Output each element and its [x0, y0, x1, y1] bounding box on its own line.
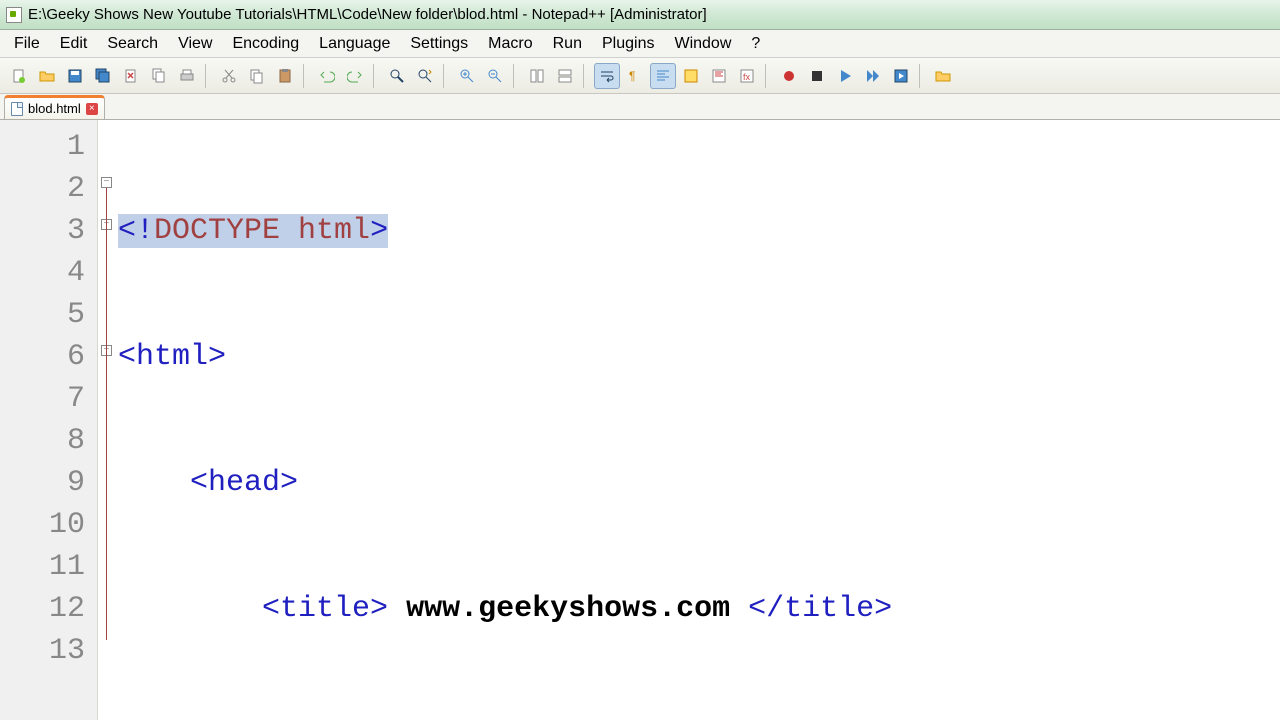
line-number: 3: [0, 210, 85, 252]
app-icon: [6, 7, 22, 23]
svg-text:fx: fx: [743, 72, 751, 82]
menu-search[interactable]: Search: [97, 32, 168, 56]
line-number: 9: [0, 462, 85, 504]
show-all-chars-icon[interactable]: ¶: [622, 63, 648, 89]
close-icon[interactable]: [118, 63, 144, 89]
title-bar: E:\Geeky Shows New Youtube Tutorials\HTM…: [0, 0, 1280, 30]
save-all-icon[interactable]: [90, 63, 116, 89]
line-number: 10: [0, 504, 85, 546]
menu-help[interactable]: ?: [741, 32, 770, 56]
folder-workspace-icon[interactable]: [930, 63, 956, 89]
svg-text:¶: ¶: [629, 69, 635, 83]
func-list-icon[interactable]: fx: [734, 63, 760, 89]
find-icon[interactable]: [384, 63, 410, 89]
line-number: 13: [0, 630, 85, 672]
paste-icon[interactable]: [272, 63, 298, 89]
line-number: 11: [0, 546, 85, 588]
open-file-icon[interactable]: [34, 63, 60, 89]
menu-edit[interactable]: Edit: [50, 32, 98, 56]
replace-icon[interactable]: [412, 63, 438, 89]
code-line: </head>: [116, 714, 1280, 720]
separator: [443, 64, 449, 88]
line-number: 5: [0, 294, 85, 336]
fold-box-icon[interactable]: −: [101, 177, 112, 188]
menu-macro[interactable]: Macro: [478, 32, 542, 56]
line-number: 6: [0, 336, 85, 378]
toolbar: ¶ fx: [0, 58, 1280, 94]
line-number: 1: [0, 126, 85, 168]
line-number: 4: [0, 252, 85, 294]
separator: [583, 64, 589, 88]
menu-encoding[interactable]: Encoding: [222, 32, 309, 56]
print-icon[interactable]: [174, 63, 200, 89]
doc-map-icon[interactable]: [706, 63, 732, 89]
menu-language[interactable]: Language: [309, 32, 400, 56]
line-number: 2: [0, 168, 85, 210]
fold-column: − − −: [98, 120, 116, 720]
fold-line: [106, 188, 107, 640]
separator: [919, 64, 925, 88]
separator: [303, 64, 309, 88]
close-all-icon[interactable]: [146, 63, 172, 89]
window-title: E:\Geeky Shows New Youtube Tutorials\HTM…: [28, 6, 707, 23]
sync-h-icon[interactable]: [552, 63, 578, 89]
separator: [205, 64, 211, 88]
undo-icon[interactable]: [314, 63, 340, 89]
separator: [513, 64, 519, 88]
udlang-icon[interactable]: [678, 63, 704, 89]
menu-settings[interactable]: Settings: [400, 32, 478, 56]
save-icon[interactable]: [62, 63, 88, 89]
play-macro-icon[interactable]: [832, 63, 858, 89]
tab-bar: blod.html ×: [0, 94, 1280, 120]
copy-icon[interactable]: [244, 63, 270, 89]
save-macro-icon[interactable]: [888, 63, 914, 89]
sync-v-icon[interactable]: [524, 63, 550, 89]
tab-close-icon[interactable]: ×: [86, 103, 98, 115]
menu-window[interactable]: Window: [664, 32, 741, 56]
play-multi-icon[interactable]: [860, 63, 886, 89]
separator: [765, 64, 771, 88]
code-line: <title> www.geekyshows.com </title>: [116, 588, 1280, 630]
record-macro-icon[interactable]: [776, 63, 802, 89]
tab-blod[interactable]: blod.html ×: [4, 95, 105, 119]
new-file-icon[interactable]: [6, 63, 32, 89]
stop-macro-icon[interactable]: [804, 63, 830, 89]
line-number: 8: [0, 420, 85, 462]
tab-label: blod.html: [28, 101, 81, 116]
separator: [373, 64, 379, 88]
indent-guide-icon[interactable]: [650, 63, 676, 89]
code-line: <head>: [116, 462, 1280, 504]
menu-bar: File Edit Search View Encoding Language …: [0, 30, 1280, 58]
line-number-gutter: 1 2 3 4 5 6 7 8 9 10 11 12 13: [0, 120, 98, 720]
menu-file[interactable]: File: [4, 32, 50, 56]
menu-plugins[interactable]: Plugins: [592, 32, 664, 56]
wordwrap-icon[interactable]: [594, 63, 620, 89]
editor-area[interactable]: 1 2 3 4 5 6 7 8 9 10 11 12 13 − − − <!DO…: [0, 120, 1280, 720]
menu-view[interactable]: View: [168, 32, 222, 56]
redo-icon[interactable]: [342, 63, 368, 89]
cut-icon[interactable]: [216, 63, 242, 89]
code-line: <!DOCTYPE html>: [116, 210, 1280, 252]
menu-run[interactable]: Run: [543, 32, 592, 56]
code-area[interactable]: <!DOCTYPE html> <html> <head> <title> ww…: [116, 120, 1280, 720]
line-number: 7: [0, 378, 85, 420]
line-number: 12: [0, 588, 85, 630]
document-icon: [11, 102, 23, 116]
zoom-in-icon[interactable]: [454, 63, 480, 89]
code-line: <html>: [116, 336, 1280, 378]
zoom-out-icon[interactable]: [482, 63, 508, 89]
